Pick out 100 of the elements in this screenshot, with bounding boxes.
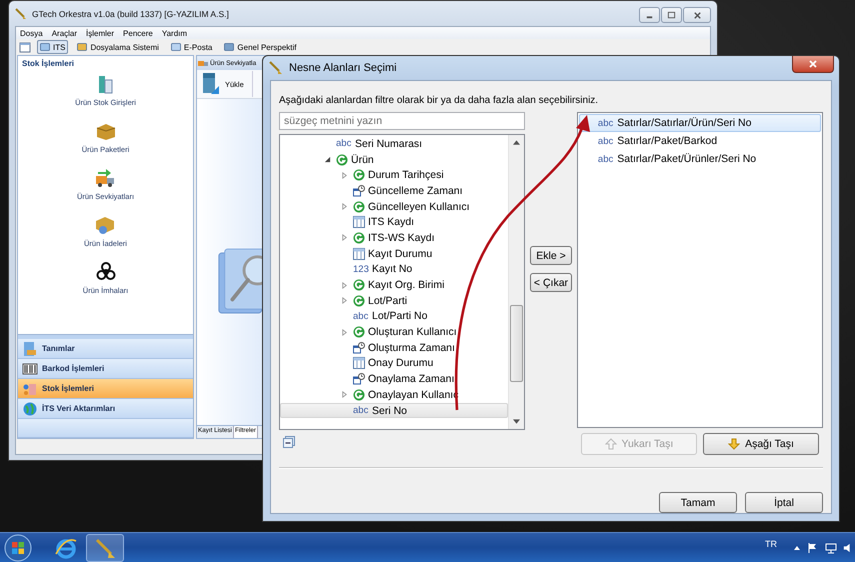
tree-item[interactable]: Oluşturma Zamanı [280, 340, 508, 356]
type-label: abc [353, 405, 369, 416]
tree-item[interactable]: Ürün [280, 152, 508, 168]
expand-icon[interactable] [341, 297, 348, 304]
network-icon[interactable] [825, 542, 837, 554]
menu-item[interactable]: Araçlar [52, 28, 78, 38]
remove-button[interactable]: < Çıkar [530, 273, 572, 292]
tree-label: Oluşturma Zamanı [368, 342, 455, 354]
navigation-section[interactable]: İTS Veri Aktarımları [18, 399, 193, 419]
tree-label: Seri Numarası [355, 138, 422, 150]
scroll-thumb[interactable] [510, 305, 524, 382]
maximize-button[interactable] [661, 7, 682, 23]
flag-icon[interactable] [807, 542, 819, 554]
close-icon [692, 10, 702, 20]
tree-item[interactable]: Oluşturan Kullanıcı [280, 324, 508, 340]
move-down-button[interactable]: Aşağı Taşı [703, 433, 819, 455]
show-hidden-icons-icon[interactable] [793, 544, 801, 552]
calendar-clock-icon [353, 373, 365, 386]
tree-item[interactable]: Güncelleme Zamanı [280, 183, 508, 199]
menu-item[interactable]: Pencere [123, 28, 153, 38]
navigation-section[interactable]: Barkod İşlemleri [18, 359, 193, 379]
expand-icon[interactable] [341, 391, 348, 398]
scroll-down-icon[interactable] [513, 419, 520, 424]
scrollbar[interactable] [508, 135, 524, 429]
selected-field-item[interactable]: abc Satırlar/Paket/Ürünler/Seri No [578, 150, 821, 168]
section-label: İTS Veri Aktarımları [42, 404, 116, 413]
tree-label: Güncelleme Zamanı [368, 184, 463, 197]
navigation-section[interactable]: Tanımlar [18, 339, 193, 359]
tree-item[interactable]: abc Lot/Parti No [280, 308, 508, 324]
cancel-button[interactable]: İptal [745, 492, 823, 513]
tree-item[interactable]: ITS-WS Kaydı [280, 230, 508, 246]
ok-button[interactable]: Tamam [659, 492, 737, 513]
load-icon [202, 72, 220, 96]
perspective-button[interactable]: Dosyalama Sistemi [74, 40, 162, 54]
menu-item[interactable]: İşlemler [86, 28, 114, 38]
close-button[interactable] [683, 7, 711, 23]
tree-label: Lot/Parti No [372, 310, 428, 322]
truck-icon [94, 167, 116, 189]
expand-icon[interactable] [341, 282, 348, 289]
selected-field-item[interactable]: abc Satırlar/Satırlar/Ürün/Seri No [578, 114, 821, 132]
expand-icon[interactable] [341, 203, 348, 210]
type-label: abc [598, 154, 614, 164]
expand-icon[interactable] [341, 172, 348, 179]
tree-item[interactable]: Onay Durumu [280, 356, 508, 372]
menu-item[interactable]: Dosya [20, 28, 43, 38]
documents-icon [22, 340, 38, 356]
expand-icon[interactable] [341, 234, 348, 242]
filter-field[interactable]: süzgeç metnini yazın [279, 112, 526, 130]
collapse-all-icon[interactable] [283, 436, 295, 448]
tree-item[interactable]: Kayıt Org. Birimi [280, 277, 508, 293]
scroll-up-icon[interactable] [513, 140, 520, 145]
section-label: Stok İşlemleri [42, 384, 94, 393]
maximize-icon [667, 10, 676, 20]
collapse-icon[interactable] [324, 156, 331, 164]
start-button[interactable] [4, 534, 32, 562]
window-icon [40, 42, 50, 52]
close-button[interactable] [792, 56, 834, 73]
navigation-section[interactable]: Stok İşlemleri [18, 379, 193, 399]
close-icon [808, 59, 818, 69]
down-arrow-icon [728, 438, 740, 450]
tree-item[interactable]: Onaylama Zamanı [280, 371, 508, 387]
perspective-button[interactable]: Genel Perspektif [221, 40, 300, 54]
language-indicator[interactable]: TR [765, 538, 777, 548]
perspective-button[interactable]: ITS [37, 40, 68, 54]
tree-label: Kayıt Org. Birimi [368, 279, 444, 292]
app-taskbar-button[interactable] [86, 534, 124, 562]
circle-arrow-icon [336, 154, 348, 166]
selected-field-item[interactable]: abc Satırlar/Paket/Barkod [578, 132, 821, 150]
type-label: abc [353, 310, 369, 322]
tree-label: Kayıt No [372, 263, 412, 276]
tree-item[interactable]: Güncelleyen Kullanıcı [280, 198, 508, 214]
circle-arrow-icon [353, 232, 365, 244]
table-icon [353, 248, 365, 260]
perspective-button[interactable]: E-Posta [168, 40, 216, 54]
add-button[interactable]: Ekle > [530, 246, 572, 265]
table-icon [353, 357, 365, 370]
window-title: GTech Orkestra v1.0a (build 1337) [G-YAZILIM A.S.] [32, 8, 229, 18]
tree-item[interactable]: Lot/Parti [280, 292, 508, 309]
tree-label: Onaylama Zamanı [368, 373, 454, 386]
tree-item[interactable]: Durum Tarihçesi [280, 167, 508, 184]
minimize-button[interactable] [639, 7, 660, 23]
tree-label: Durum Tarihçesi [368, 169, 444, 182]
expand-icon[interactable] [341, 328, 348, 336]
trumpet-icon [15, 8, 27, 20]
tree-item[interactable]: abc Seri No [280, 402, 508, 418]
tree-label: Ürün [351, 154, 374, 166]
tree-label: ITS Kaydı [368, 216, 414, 228]
trumpet-icon [94, 536, 116, 558]
window-icon [224, 42, 234, 52]
new-window-icon[interactable] [19, 41, 31, 53]
tree-item[interactable]: 123 Kayıt No [280, 262, 508, 278]
tree-label: Oluşturan Kullanıcı [368, 326, 457, 338]
section-label: Tanımlar [42, 344, 75, 353]
box-icon [94, 214, 116, 236]
section-label: Barkod İşlemleri [42, 364, 104, 373]
menu-item[interactable]: Yardım [162, 28, 188, 38]
tree-item[interactable]: abc Seri Numarası [280, 136, 508, 152]
tree-item[interactable]: ITS Kaydı [280, 214, 508, 230]
tree-label: Onay Durumu [368, 357, 434, 370]
tree-item[interactable]: Kayıt Durumu [280, 246, 508, 262]
